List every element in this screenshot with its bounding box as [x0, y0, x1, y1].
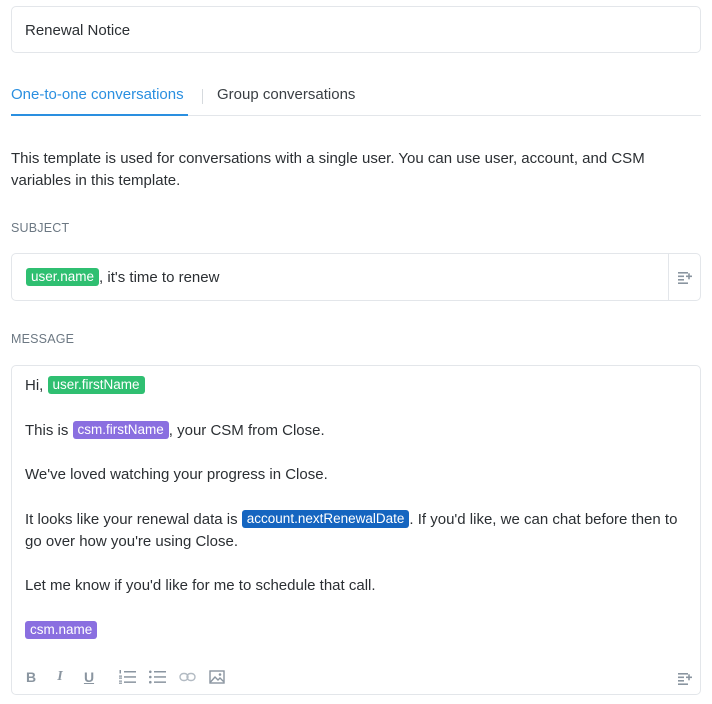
- variable-chip-csm-firstname[interactable]: csm.firstName: [72, 421, 169, 439]
- bold-button[interactable]: B: [22, 668, 40, 686]
- message-line-progress: We've loved watching your progress in Cl…: [25, 466, 328, 483]
- greeting-text: Hi,: [25, 377, 48, 394]
- message-line-signature: csm.name: [25, 620, 98, 642]
- formatting-toolbar: B I U: [22, 668, 690, 688]
- italic-button[interactable]: I: [51, 668, 69, 686]
- message-label: MESSAGE: [11, 332, 75, 346]
- tab-one-to-one[interactable]: One-to-one conversations: [11, 86, 184, 103]
- bullet-list-icon[interactable]: [148, 668, 166, 686]
- subject-label: SUBJECT: [11, 221, 70, 235]
- subject-text: , it's time to renew: [99, 269, 220, 286]
- active-tab-indicator: [11, 114, 188, 116]
- variable-chip-user-firstname[interactable]: user.firstName: [47, 376, 145, 394]
- tab-group[interactable]: Group conversations: [217, 86, 355, 103]
- intro-text-pre: This is: [25, 422, 73, 439]
- subject-field[interactable]: user.name, it's time to renew: [11, 253, 701, 301]
- insert-variable-icon[interactable]: [678, 271, 692, 284]
- conversation-tabs: One-to-one conversations Group conversat…: [11, 80, 701, 116]
- message-line-renewal: It looks like your renewal data is accou…: [25, 509, 685, 553]
- template-name-input[interactable]: Renewal Notice: [11, 6, 701, 53]
- subject-content[interactable]: user.name, it's time to renew: [26, 268, 219, 288]
- image-icon[interactable]: [208, 668, 226, 686]
- message-line-schedule: Let me know if you'd like for me to sche…: [25, 577, 376, 594]
- variable-chip-account-renewal[interactable]: account.nextRenewalDate: [241, 510, 410, 528]
- message-editor[interactable]: Hi, user.firstName This is csm.firstName…: [11, 365, 701, 695]
- insert-variable-icon[interactable]: [678, 672, 692, 685]
- tab-divider: [202, 89, 203, 104]
- variable-chip-csm-name[interactable]: csm.name: [25, 621, 98, 639]
- variable-chip-user-name[interactable]: user.name: [26, 268, 100, 286]
- ordered-list-icon[interactable]: [118, 668, 136, 686]
- link-icon[interactable]: [178, 668, 196, 686]
- underline-button[interactable]: U: [80, 668, 98, 686]
- template-description: This template is used for conversations …: [11, 150, 645, 189]
- message-line-intro: This is csm.firstName, your CSM from Clo…: [25, 420, 325, 442]
- message-line-greeting: Hi, user.firstName: [25, 375, 145, 397]
- intro-text-post: , your CSM from Close.: [168, 422, 325, 439]
- subject-divider: [668, 254, 669, 300]
- renewal-text-pre: It looks like your renewal data is: [25, 511, 242, 528]
